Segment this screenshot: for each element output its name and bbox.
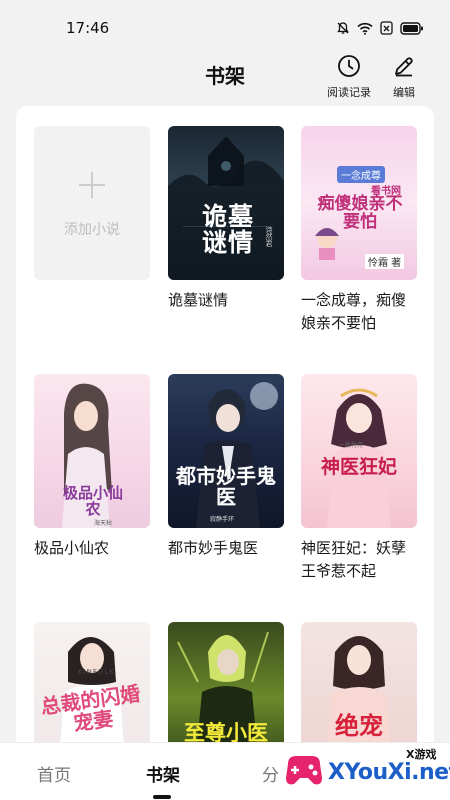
book-title[interactable]: 都市妙手鬼医 [168, 537, 284, 560]
cover-tag: 一念成尊 [337, 166, 385, 183]
edit-label: 编辑 [393, 86, 415, 99]
plus-icon [77, 167, 107, 207]
book-cover[interactable]: KINFOLK 总裁的闪婚宠妻 [34, 622, 150, 756]
cover-author: 寂静手环 [210, 516, 235, 523]
tab-bookshelf[interactable]: 书架 [146, 761, 180, 786]
cover-author: 海天秋 [94, 520, 113, 527]
watermark-text: XYouXi.net [328, 760, 450, 785]
book-item[interactable]: KINFOLK 总裁的闪婚宠妻 [34, 622, 150, 756]
book-cover[interactable]: 绝宠 [301, 622, 417, 756]
book-item[interactable]: 一念成尊 看书网 痴傻娘亲不要怕 怜霜 著 一念成尊，痴傻娘亲不要怕 [301, 126, 417, 335]
status-time: 17:46 [66, 19, 110, 37]
edit-button[interactable]: 编辑 [386, 54, 422, 100]
cover-tag: KINFOLK [78, 668, 115, 676]
cover-author: 一枚竹月 [339, 442, 364, 449]
active-tab-indicator [153, 795, 171, 799]
book-cover[interactable]: 一枚竹月 神医狂妃 [301, 374, 417, 528]
book-title[interactable]: 神医狂妃：妖孽王爷惹不起 [301, 537, 417, 583]
book-item[interactable]: 极品小仙农 海天秋 极品小仙农 [34, 374, 150, 560]
header: 书架 阅读记录 编辑 [0, 50, 450, 106]
book-cover[interactable]: 至尊小医仙 [168, 622, 284, 756]
cover-author: 诗然君 [265, 226, 273, 247]
reading-history-label: 阅读记录 [327, 86, 371, 99]
book-title[interactable]: 一念成尊，痴傻娘亲不要怕 [301, 289, 417, 335]
book-item[interactable]: 都市妙手鬼医 寂静手环 都市妙手鬼医 [168, 374, 284, 560]
book-item[interactable]: 一枚竹月 神医狂妃 神医狂妃：妖孽王爷惹不起 [301, 374, 417, 583]
book-item[interactable]: 绝宠 [301, 622, 417, 756]
reading-history-button[interactable]: 阅读记录 [326, 54, 372, 100]
bookshelf-grid: 添加小说 诡墓谜情 诗然君 诡墓谜情 一念成尊 看书网 痴傻娘亲不要怕 怜霜 著 [16, 106, 434, 756]
cover-title: 绝宠 [335, 712, 383, 740]
book-item[interactable]: 至尊小医仙 [168, 622, 284, 756]
cover-title: 极品小仙农 [62, 484, 123, 518]
cover-title: 都市妙手鬼医 [176, 464, 276, 509]
tab-home[interactable]: 首页 [37, 761, 71, 786]
book-title[interactable]: 极品小仙农 [34, 537, 150, 560]
cover-title: 诡墓谜情 [201, 202, 254, 258]
add-novel-card[interactable]: 添加小说 [34, 126, 150, 280]
page-title: 书架 [205, 64, 245, 88]
sim-x-icon [380, 21, 393, 35]
add-novel-button[interactable]: 添加小说 [34, 126, 150, 280]
cover-title: 神医狂妃 [320, 456, 397, 478]
tab-category[interactable]: 分 [262, 761, 279, 786]
book-item[interactable]: 诡墓谜情 诗然君 诡墓谜情 [168, 126, 284, 312]
book-cover[interactable]: 都市妙手鬼医 寂静手环 [168, 374, 284, 528]
book-cover[interactable]: 极品小仙农 海天秋 [34, 374, 150, 528]
status-icons [336, 21, 424, 35]
status-bar: 17:46 [0, 0, 450, 56]
book-title[interactable]: 诡墓谜情 [168, 289, 284, 312]
book-cover[interactable]: 一念成尊 看书网 痴傻娘亲不要怕 怜霜 著 [301, 126, 417, 280]
clock-icon [337, 54, 361, 84]
book-cover[interactable]: 诡墓谜情 诗然君 [168, 126, 284, 280]
battery-icon [400, 21, 424, 35]
pencil-icon [392, 54, 416, 84]
wifi-icon [357, 22, 373, 35]
gamepad-icon [280, 746, 328, 794]
bell-off-icon [336, 21, 350, 35]
add-novel-label: 添加小说 [64, 222, 120, 238]
watermark: X游戏 XYouXi.net [280, 742, 450, 800]
cover-author: 怜霜 著 [365, 254, 405, 269]
